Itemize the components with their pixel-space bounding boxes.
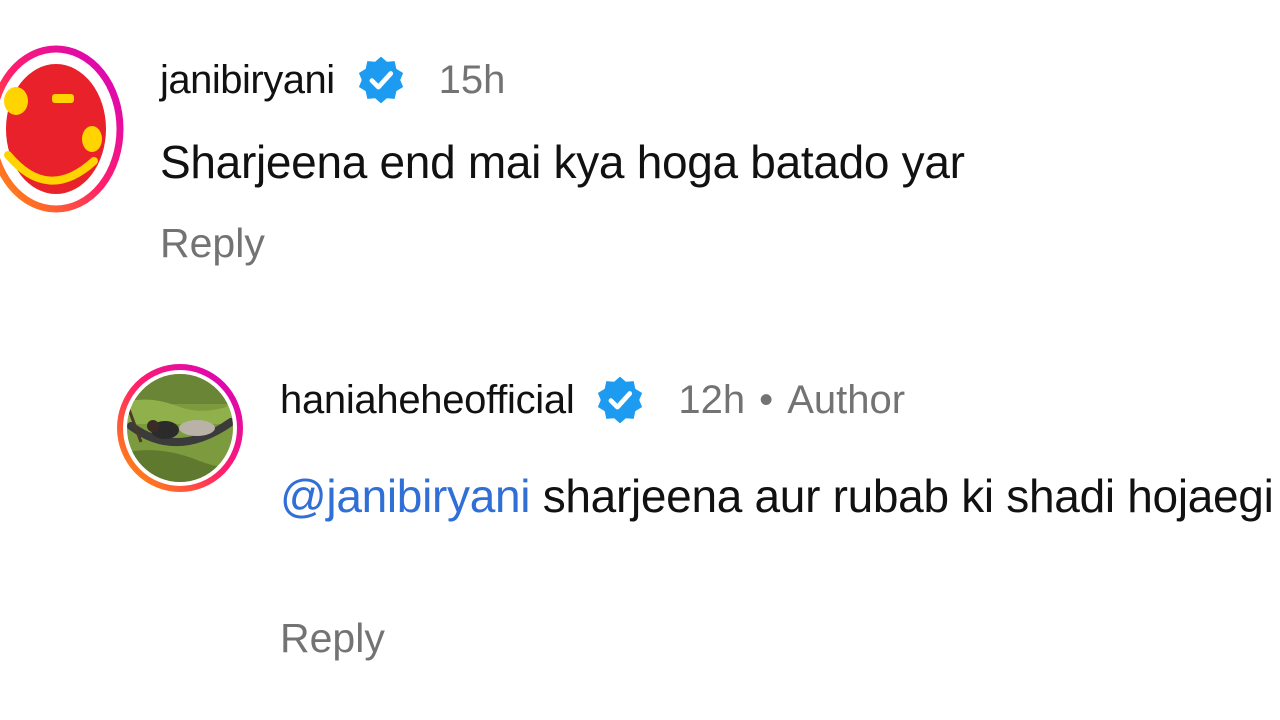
separator-dot: • <box>759 377 774 422</box>
verified-badge-icon <box>358 56 403 104</box>
author-label: Author <box>787 377 906 422</box>
timestamp: 15h <box>438 57 506 102</box>
comment-header: haniaheheofficial 12h • Author <box>280 372 905 428</box>
username[interactable]: janibiryani <box>160 58 335 103</box>
comment-text: @janibiryani sharjeena aur rubab ki shad… <box>280 465 1280 527</box>
avatar[interactable] <box>0 43 126 215</box>
mention-link[interactable]: @janibiryani <box>280 470 531 522</box>
verified-badge-icon <box>598 376 643 424</box>
comment-text: Sharjeena end mai kya hoga batado yar <box>160 136 965 188</box>
comment-header: janibiryani 15h <box>160 52 505 108</box>
timestamp: 12h <box>678 377 746 422</box>
reply-button[interactable]: Reply <box>160 220 265 267</box>
reply-button[interactable]: Reply <box>280 615 385 662</box>
username[interactable]: haniaheheofficial <box>280 378 575 423</box>
avatar[interactable] <box>117 364 243 492</box>
comment-body: sharjeena aur rubab ki shadi hojaegi <box>530 470 1274 522</box>
comment-item: janibiryani 15h Sharjeena end mai kya ho… <box>0 0 1280 300</box>
reply-comment-item: haniaheheofficial 12h • Author @janibiry… <box>0 340 1280 720</box>
